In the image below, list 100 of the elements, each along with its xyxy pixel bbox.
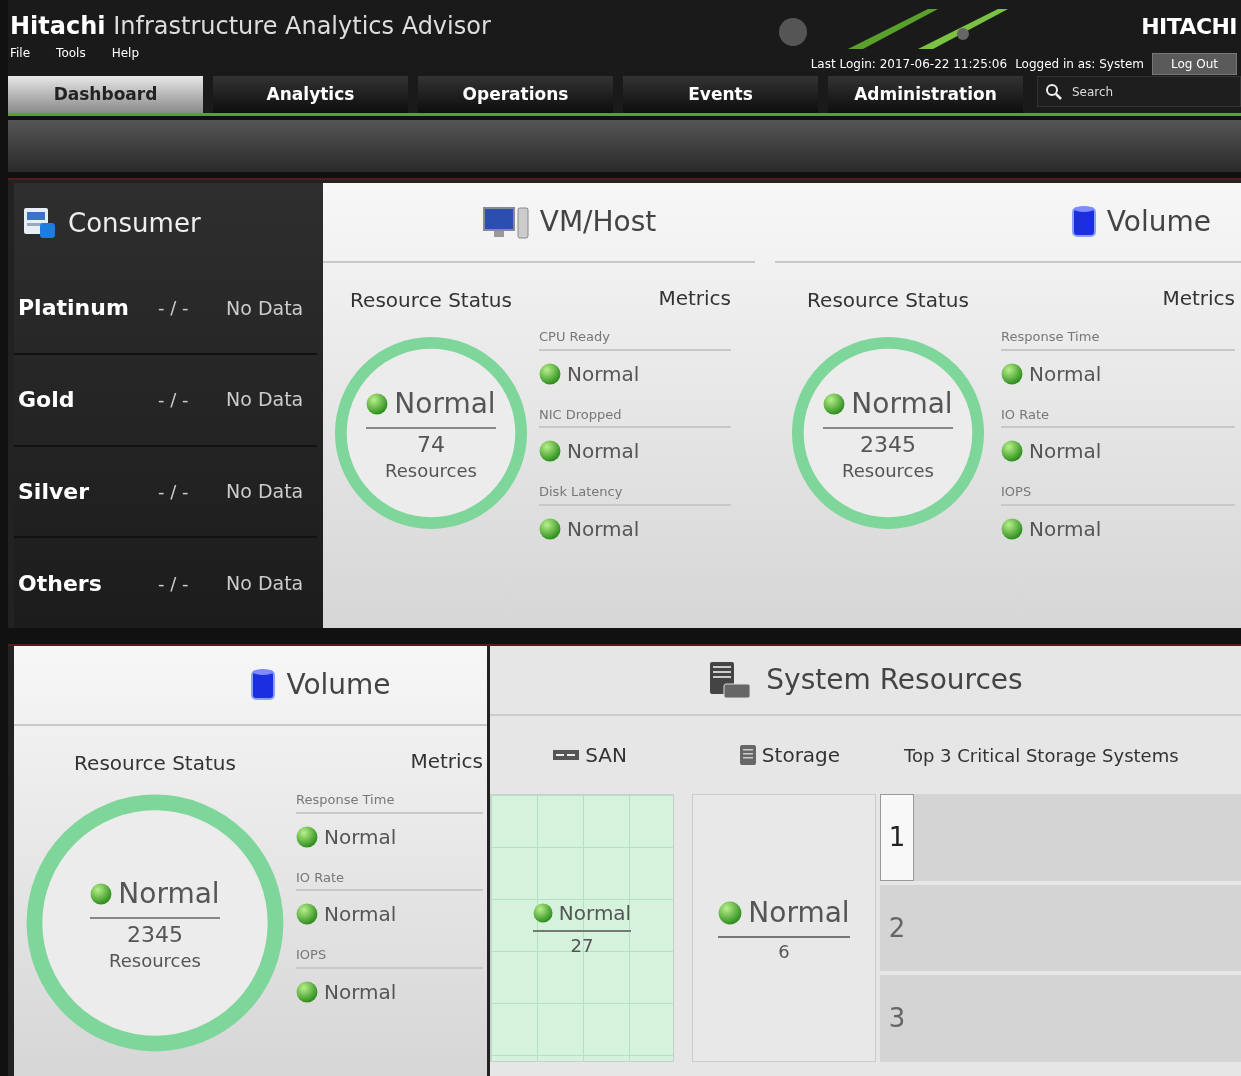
cylinder-icon: [250, 667, 277, 703]
app-title: Hitachi Infrastructure Analytics Advisor: [10, 12, 491, 40]
resource-unit: Resources: [109, 948, 201, 973]
metric-name: IO Rate: [296, 867, 483, 891]
status-dot-icon: [539, 362, 561, 385]
logout-button[interactable]: Log Out: [1152, 53, 1237, 75]
section-label: Resource Status: [807, 287, 969, 314]
last-login-text: Last Login: 2017-06-22 11:25:06: [810, 56, 1008, 73]
tier-label: Silver: [18, 477, 91, 506]
metric-status: Normal: [567, 515, 640, 543]
resource-unit: Resources: [842, 458, 934, 483]
section-label: Metrics: [658, 285, 731, 312]
building-icon: [22, 205, 58, 241]
ratio-text: - / -: [158, 388, 190, 413]
resource-count: 2345: [127, 922, 183, 947]
column-label: Top 3 Critical Storage Systems: [904, 743, 1179, 768]
status-dot-icon: [718, 900, 743, 925]
status-dot-icon: [532, 902, 553, 923]
section-label: Resource Status: [74, 750, 236, 777]
status-dot-icon: [1001, 517, 1023, 540]
panel-title: Volume: [1106, 204, 1211, 240]
metric-name: IOPS: [1001, 482, 1235, 506]
status-ring-icon: [333, 335, 529, 531]
metric-status: Normal: [567, 360, 640, 388]
panel-title: Volume: [286, 667, 391, 703]
column-label: SAN: [585, 742, 627, 769]
metric-status: Normal: [324, 978, 397, 1006]
status-text: No Data: [226, 479, 304, 505]
status-dot-icon: [296, 903, 318, 925]
ranking-row[interactable]: 3: [880, 975, 1241, 1062]
menu-item[interactable]: Tools: [56, 44, 86, 62]
server-icon: [708, 660, 753, 700]
cylinder-icon: [1070, 204, 1097, 240]
menu-item[interactable]: Help: [111, 44, 139, 62]
resource-unit: Resources: [385, 458, 477, 483]
metric-name: IO Rate: [1001, 404, 1235, 428]
status-dot-icon: [823, 392, 846, 415]
status-dot-icon: [1001, 440, 1023, 462]
metric-name: NIC Dropped: [539, 404, 731, 428]
resource-count: 6: [778, 939, 790, 964]
tier-label: Platinum: [18, 294, 130, 323]
panel-title: System Resources: [766, 662, 1023, 698]
status-label: Normal: [118, 875, 220, 912]
search-field[interactable]: Search: [1037, 76, 1241, 107]
status-label: Normal: [851, 385, 953, 422]
resource-count: 2345: [860, 432, 916, 457]
status-label: Normal: [748, 894, 850, 931]
nav-tab[interactable]: Events: [623, 76, 818, 113]
status-dot-icon: [296, 980, 318, 1003]
status-dot-icon: [539, 517, 561, 540]
nav-tab[interactable]: Administration: [828, 76, 1023, 113]
switch-icon: [553, 750, 580, 760]
ranking-row[interactable]: 1: [880, 794, 1241, 881]
tier-label: Gold: [18, 386, 76, 415]
section-label: Metrics: [410, 748, 483, 775]
status-dot-icon: [296, 825, 318, 848]
logged-in-text: Logged in as: System: [1015, 56, 1144, 73]
san-tile[interactable]: Normal 27: [490, 794, 674, 1062]
panel-title: VM/Host: [539, 204, 657, 240]
nav-tab[interactable]: Dashboard: [8, 76, 203, 113]
menu-item[interactable]: File: [10, 44, 31, 62]
resource-count: 27: [570, 933, 594, 958]
computer-icon: [481, 204, 530, 240]
ratio-text: - / -: [158, 479, 190, 504]
status-ring-icon: [24, 792, 286, 1054]
storage-icon: [739, 745, 756, 765]
ratio-text: - / -: [158, 296, 190, 321]
search-icon: [1045, 83, 1063, 101]
brand-logo: HITACHI: [1141, 13, 1237, 41]
status-dot-icon: [539, 440, 561, 462]
metric-status: Normal: [324, 823, 397, 851]
section-label: Resource Status: [350, 287, 512, 314]
tier-label: Others: [18, 569, 103, 598]
status-dot-icon: [366, 392, 389, 415]
status-dot-icon: [90, 882, 113, 905]
panel-title: Consumer: [68, 206, 201, 240]
metric-status: Normal: [1029, 515, 1102, 543]
metric-status: Normal: [1029, 438, 1102, 465]
storage-tile[interactable]: Normal 6: [692, 794, 876, 1062]
section-label: Metrics: [1162, 285, 1235, 312]
status-ring-icon: [790, 335, 986, 531]
status-label: Normal: [558, 899, 632, 927]
metric-name: CPU Ready: [539, 327, 731, 351]
status-dot-icon: [1001, 362, 1023, 385]
status-text: No Data: [226, 387, 304, 413]
metric-status: Normal: [567, 438, 640, 465]
metric-name: IOPS: [296, 945, 483, 969]
resource-count: 74: [417, 432, 445, 457]
rank-number: 1: [880, 794, 914, 881]
status-text: No Data: [226, 570, 304, 596]
status-label: Normal: [394, 385, 496, 422]
metric-name: Response Time: [296, 790, 483, 814]
metric-status: Normal: [1029, 360, 1102, 388]
nav-tab[interactable]: Operations: [418, 76, 613, 113]
metric-name: Disk Latency: [539, 482, 731, 506]
column-label: Storage: [761, 742, 841, 769]
ratio-text: - / -: [158, 571, 190, 596]
ranking-row[interactable]: 2: [880, 884, 1241, 972]
metric-name: Response Time: [1001, 327, 1235, 351]
nav-tab[interactable]: Analytics: [213, 76, 408, 113]
